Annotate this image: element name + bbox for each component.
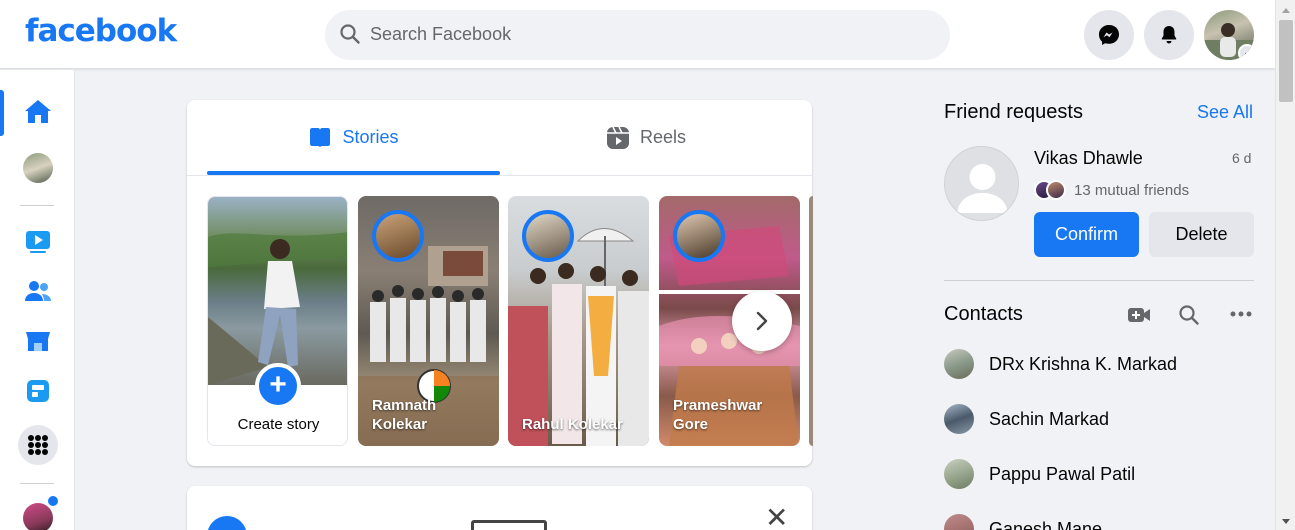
marketplace-icon xyxy=(26,332,50,351)
default-avatar-icon xyxy=(957,164,1008,213)
friend-request-avatar[interactable] xyxy=(944,146,1019,221)
contact-name: Sachin Markad xyxy=(989,409,1110,429)
tab-reels-label: Reels xyxy=(639,127,687,147)
nav-profile-avatar[interactable] xyxy=(23,153,53,183)
nav-video[interactable] xyxy=(20,223,56,259)
friend-request-name[interactable]: Vikas Dhawle xyxy=(1034,148,1143,169)
chevron-right-icon xyxy=(756,311,768,331)
search-input[interactable]: Search Facebook xyxy=(370,24,511,45)
facebook-logo[interactable]: facebook xyxy=(25,13,177,49)
active-indicator xyxy=(0,90,4,136)
tab-stories-label: Stories xyxy=(342,127,399,147)
confirm-button[interactable]: Confirm xyxy=(1034,212,1139,257)
new-room-video-icon[interactable] xyxy=(1127,304,1151,326)
video-icon xyxy=(26,231,50,253)
home-icon xyxy=(25,100,51,123)
facebook-circle-icon xyxy=(207,516,247,530)
story-tile-partial[interactable] xyxy=(809,196,813,446)
contacts-title: Contacts xyxy=(944,303,1023,325)
friend-request-time: 6 d xyxy=(1232,150,1252,166)
delete-button[interactable]: Delete xyxy=(1149,212,1254,257)
see-all-link[interactable]: See All xyxy=(1197,102,1253,123)
notification-dot xyxy=(46,494,60,508)
card-illustration xyxy=(471,520,547,530)
tab-stories[interactable]: Stories xyxy=(207,100,500,175)
search-icon xyxy=(340,24,360,44)
search-bar[interactable]: Search Facebook xyxy=(325,10,950,60)
left-navigation-rail xyxy=(0,70,75,530)
avatar xyxy=(944,404,974,434)
story-tile[interactable]: Rahul Kolekar xyxy=(508,196,649,446)
notifications-bell-icon xyxy=(1161,26,1177,44)
contact-name: Pappu Pawal Patil xyxy=(989,464,1136,484)
create-story-label: Create story xyxy=(237,416,320,433)
rail-divider xyxy=(20,483,54,484)
scrollbar-thumb[interactable] xyxy=(1279,20,1293,102)
nav-friends[interactable] xyxy=(20,273,56,309)
rail-divider xyxy=(20,205,54,206)
close-icon[interactable]: ✕ xyxy=(765,504,788,530)
create-story-tile[interactable]: + Create story xyxy=(207,196,348,446)
story-avatar xyxy=(522,210,574,262)
friends-icon xyxy=(25,281,51,301)
nav-marketplace[interactable] xyxy=(20,323,56,359)
messenger-button[interactable] xyxy=(1084,10,1134,60)
chevron-down-icon: ⌄ xyxy=(1238,44,1254,60)
feeds-icon xyxy=(27,380,49,402)
story-author-name: Rahul Kolekar xyxy=(522,416,623,433)
story-avatar xyxy=(372,210,424,262)
menu-grid-icon xyxy=(28,435,48,455)
search-icon[interactable] xyxy=(1178,304,1200,326)
add-story-plus-icon[interactable]: + xyxy=(255,363,301,409)
avatar xyxy=(944,514,974,530)
tab-divider xyxy=(187,175,812,176)
avatar xyxy=(1046,180,1066,200)
top-navigation-bar: facebook Search Facebook ⌄ xyxy=(0,0,1275,69)
friend-requests-title: Friend requests xyxy=(944,101,1083,123)
page-scrollbar[interactable] xyxy=(1275,0,1295,530)
contact-name: Ganesh Mane xyxy=(989,519,1103,530)
nav-menu[interactable] xyxy=(18,425,58,465)
nav-feeds[interactable] xyxy=(20,373,56,409)
account-avatar[interactable]: ⌄ xyxy=(1204,10,1254,60)
mutual-friends-avatars xyxy=(1034,180,1070,200)
contact-name: DRx Krishna K. Markad xyxy=(989,354,1178,374)
scroll-down-arrow-icon[interactable] xyxy=(1282,519,1290,524)
feed-card: ✕ xyxy=(187,486,812,530)
story-tile[interactable]: Ramnath Kolekar xyxy=(358,196,499,446)
story-author-name: Prameshwar Gore xyxy=(673,397,763,433)
scroll-up-arrow-icon[interactable] xyxy=(1282,8,1290,13)
stories-book-icon xyxy=(310,127,331,147)
notifications-button[interactable] xyxy=(1144,10,1194,60)
section-divider xyxy=(944,280,1254,281)
avatar xyxy=(944,459,974,489)
tab-reels[interactable]: Reels xyxy=(500,100,792,175)
stories-next-button[interactable] xyxy=(732,291,792,351)
stories-card: Stories Reels + Create story Ramnath Kol… xyxy=(187,100,813,466)
mutual-friends-count[interactable]: 13 mutual friends xyxy=(1074,182,1189,199)
story-avatar xyxy=(673,210,725,262)
more-options-icon[interactable] xyxy=(1229,306,1253,322)
avatar xyxy=(944,349,974,379)
story-author-name: Ramnath Kolekar xyxy=(372,397,437,433)
reels-icon xyxy=(606,126,629,149)
messenger-icon xyxy=(1099,25,1119,45)
create-story-photo xyxy=(208,197,347,385)
nav-home[interactable] xyxy=(20,94,56,130)
